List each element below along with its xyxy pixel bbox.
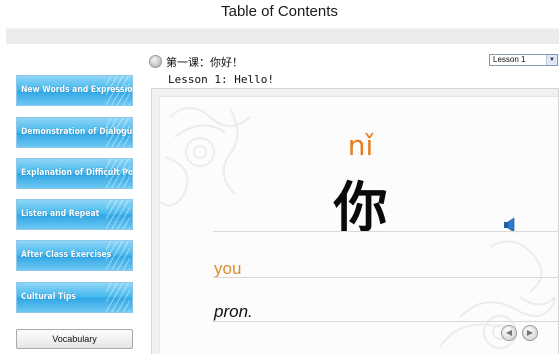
sidebar-item-label: Demonstration of Dialogues	[21, 127, 133, 137]
sidebar-item-label: Explanation of Difficult Points	[21, 168, 133, 178]
word-card-inner: nǐ 你 you pron. ◀ ▶	[159, 96, 558, 354]
divider	[213, 277, 558, 278]
divider	[213, 321, 558, 322]
lesson-select[interactable]: Lesson 1 ▼	[489, 54, 558, 66]
word-meaning: you	[214, 259, 242, 278]
vocabulary-button[interactable]: Vocabulary	[16, 329, 133, 349]
previous-arrow-icon: ◀	[505, 328, 513, 337]
chevron-down-icon[interactable]: ▼	[546, 55, 557, 65]
header-band	[6, 28, 559, 44]
sidebar-item-label: New Words and Expressions	[21, 85, 133, 95]
next-arrow-icon: ▶	[526, 328, 534, 337]
sidebar-item-new-words[interactable]: New Words and Expressions	[16, 75, 133, 106]
next-button[interactable]: ▶	[522, 325, 538, 341]
lesson-title-chinese: 第一课：你好！	[166, 56, 243, 69]
sidebar-item-cultural-tips[interactable]: Cultural Tips	[16, 282, 133, 313]
previous-button[interactable]: ◀	[501, 325, 517, 341]
page-title: Table of Contents	[221, 3, 338, 20]
lesson-select-value: Lesson 1	[493, 55, 526, 64]
lesson-bullet-icon	[149, 55, 162, 68]
sidebar-item-dialogues[interactable]: Demonstration of Dialogues	[16, 117, 133, 148]
sidebar-item-label: Cultural Tips	[21, 292, 76, 302]
sidebar-item-listen-repeat[interactable]: Listen and Repeat	[16, 199, 133, 230]
lesson-title-english: Lesson 1: Hello!	[168, 73, 274, 86]
part-of-speech: pron.	[214, 302, 253, 321]
sidebar-item-difficult-points[interactable]: Explanation of Difficult Points	[16, 158, 133, 189]
word-card: nǐ 你 you pron. ◀ ▶	[151, 88, 559, 354]
divider	[213, 231, 558, 232]
sidebar-item-exercises[interactable]: After Class Exercises	[16, 240, 133, 271]
sidebar-item-label: After Class Exercises	[21, 250, 112, 260]
pinyin: nǐ	[347, 129, 374, 162]
sidebar-item-label: Listen and Repeat	[21, 209, 100, 219]
